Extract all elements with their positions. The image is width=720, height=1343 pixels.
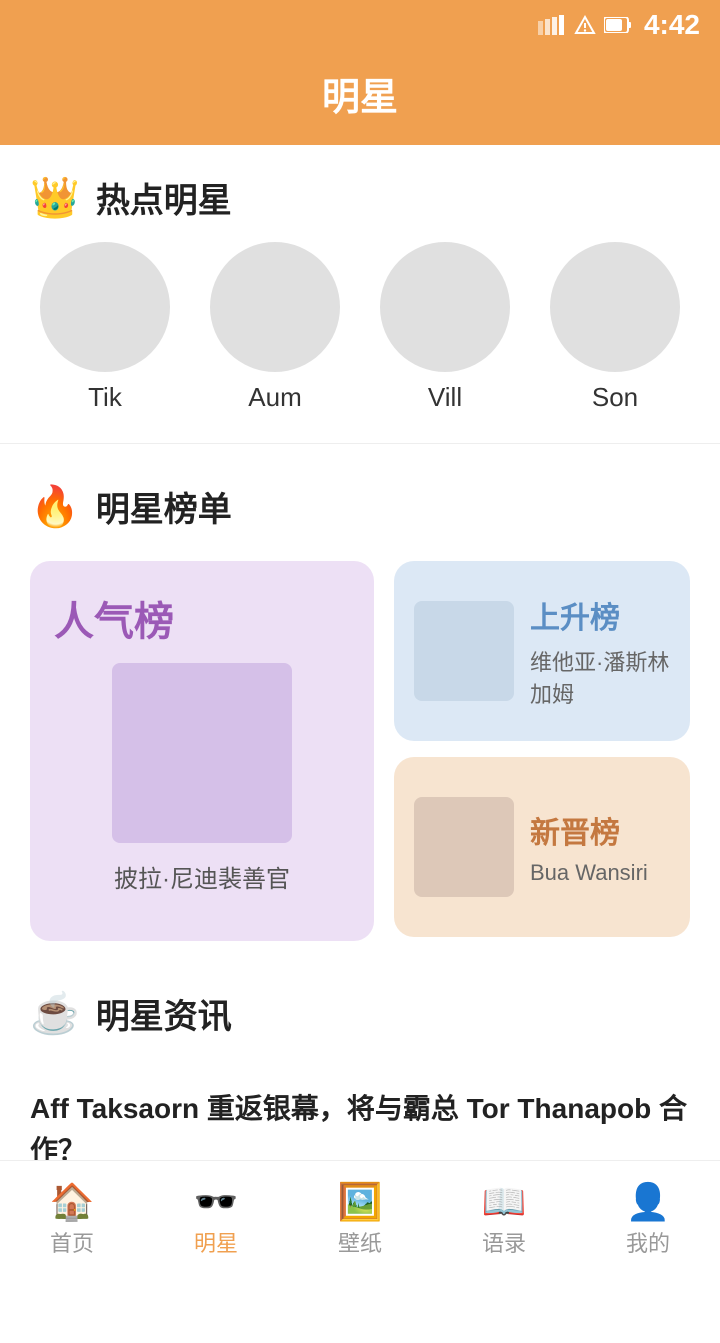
nav-label-quotes: 语录 bbox=[482, 1226, 526, 1258]
star-avatar-aum bbox=[210, 242, 340, 372]
nav-item-stars[interactable]: 🕶️ 明星 bbox=[144, 1174, 288, 1268]
star-name-son: Son bbox=[592, 382, 638, 413]
nav-label-wallpaper: 壁纸 bbox=[338, 1226, 382, 1258]
rising-chart-type: 上升榜 bbox=[530, 593, 670, 637]
news-item-title-0: Aff Taksaorn 重返银幕，将与霸总 Tor Thanapob 合作？ bbox=[30, 1093, 687, 1166]
star-item-son[interactable]: Son bbox=[530, 242, 700, 413]
coffee-icon: ☕ bbox=[30, 994, 80, 1034]
popular-chart-label: 人气榜 bbox=[54, 589, 174, 647]
star-name-tik: Tik bbox=[88, 382, 122, 413]
star-name-aum: Aum bbox=[248, 382, 301, 413]
nav-item-profile[interactable]: 👤 我的 bbox=[576, 1174, 720, 1268]
newcomer-chart-info: 新晋榜 Bua Wansiri bbox=[530, 808, 648, 886]
bottom-nav: 🏠 首页 🕶️ 明星 🖼️ 壁纸 📖 语录 👤 我的 bbox=[0, 1160, 720, 1280]
nav-item-home[interactable]: 🏠 首页 bbox=[0, 1174, 144, 1268]
wallpaper-icon: 🖼️ bbox=[338, 1184, 383, 1220]
star-avatar-vill bbox=[380, 242, 510, 372]
fire-icon: 🔥 bbox=[30, 487, 80, 527]
divider-1 bbox=[0, 443, 720, 444]
popular-chart-card[interactable]: 人气榜 披拉·尼迪裴善官 bbox=[30, 561, 374, 941]
hot-stars-list: Tik Aum Vill Son bbox=[0, 242, 720, 433]
popular-chart-image bbox=[112, 663, 292, 843]
newcomer-chart-image bbox=[414, 797, 514, 897]
star-item-tik[interactable]: Tik bbox=[20, 242, 190, 413]
newcomer-chart-card[interactable]: 新晋榜 Bua Wansiri bbox=[394, 757, 690, 937]
star-item-aum[interactable]: Aum bbox=[190, 242, 360, 413]
star-avatar-son bbox=[550, 242, 680, 372]
rising-chart-star: 维他亚·潘斯林加姆 bbox=[530, 645, 670, 709]
news-title: 明星资讯 bbox=[96, 989, 232, 1038]
status-icons bbox=[538, 15, 632, 35]
newcomer-chart-type: 新晋榜 bbox=[530, 808, 648, 852]
star-item-vill[interactable]: Vill bbox=[360, 242, 530, 413]
nav-label-home: 首页 bbox=[50, 1226, 94, 1258]
charts-row: 人气榜 披拉·尼迪裴善官 上升榜 维他亚·潘斯林加姆 bbox=[30, 561, 690, 941]
quotes-icon: 📖 bbox=[482, 1184, 527, 1220]
charts-grid: 人气榜 披拉·尼迪裴善官 上升榜 维他亚·潘斯林加姆 bbox=[0, 551, 720, 961]
stars-icon: 🕶️ bbox=[194, 1184, 239, 1220]
charts-title: 明星榜单 bbox=[96, 482, 232, 531]
rising-chart-info: 上升榜 维他亚·潘斯林加姆 bbox=[530, 593, 670, 709]
nav-item-wallpaper[interactable]: 🖼️ 壁纸 bbox=[288, 1174, 432, 1268]
charts-header: 🔥 明星榜单 bbox=[0, 454, 720, 551]
nav-label-stars: 明星 bbox=[194, 1226, 238, 1258]
status-bar: 4:42 bbox=[0, 0, 720, 50]
crown-icon: 👑 bbox=[30, 178, 80, 218]
nav-item-quotes[interactable]: 📖 语录 bbox=[432, 1174, 576, 1268]
star-avatar-tik bbox=[40, 242, 170, 372]
page-title: 明星 bbox=[0, 66, 720, 121]
rising-chart-image bbox=[414, 601, 514, 701]
star-name-vill: Vill bbox=[428, 382, 462, 413]
news-header: ☕ 明星资讯 bbox=[0, 961, 720, 1058]
page-header: 明星 bbox=[0, 50, 720, 145]
newcomer-chart-star: Bua Wansiri bbox=[530, 860, 648, 886]
rising-chart-card[interactable]: 上升榜 维他亚·潘斯林加姆 bbox=[394, 561, 690, 741]
status-time: 4:42 bbox=[644, 9, 700, 41]
popular-chart-star: 披拉·尼迪裴善官 bbox=[114, 859, 290, 894]
home-icon: 🏠 bbox=[50, 1184, 95, 1220]
profile-icon: 👤 bbox=[626, 1184, 671, 1220]
charts-col-right: 上升榜 维他亚·潘斯林加姆 新晋榜 Bua Wansiri bbox=[394, 561, 690, 941]
hot-stars-title: 热点明星 bbox=[96, 173, 232, 222]
nav-label-profile: 我的 bbox=[626, 1226, 670, 1258]
hot-stars-header: 👑 热点明星 bbox=[0, 145, 720, 242]
